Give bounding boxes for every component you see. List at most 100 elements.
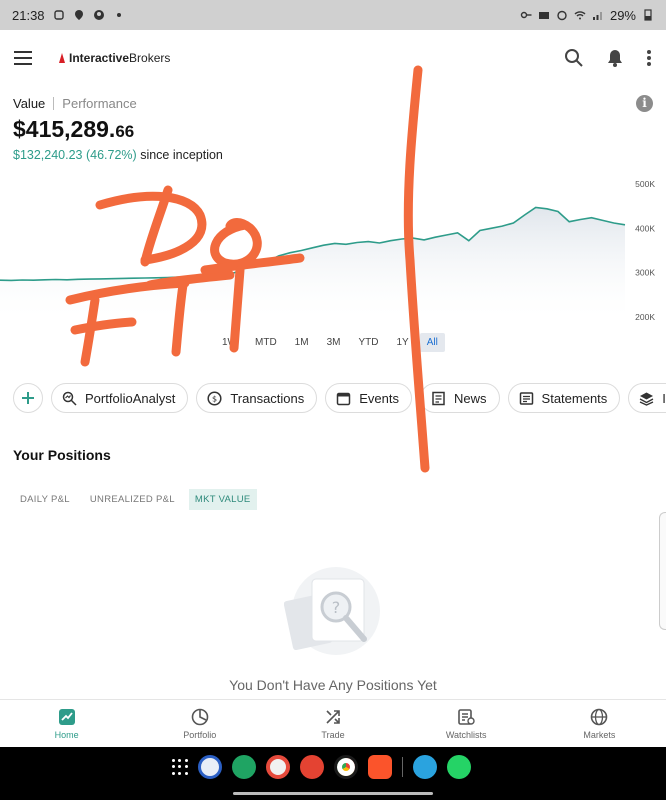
gain-since-inception: $132,240.23 (46.72%) since inception xyxy=(13,148,223,162)
notification-icon xyxy=(53,10,64,20)
nav-trade-label: Trade xyxy=(321,729,345,740)
calendar-icon xyxy=(336,391,359,406)
empty-positions-message: You Don't Have Any Positions Yet xyxy=(229,677,437,693)
app-icon-1[interactable] xyxy=(198,755,222,779)
chart-area-fill xyxy=(0,207,625,317)
chip-layers[interactable]: IBI xyxy=(628,383,666,413)
wifi-icon xyxy=(574,11,586,20)
telegram-app-icon[interactable] xyxy=(413,755,437,779)
portfolio-chart[interactable]: 500K 400K 300K 200K xyxy=(0,172,666,332)
edge-panel-handle[interactable] xyxy=(659,512,666,630)
folder-icon xyxy=(538,12,549,19)
brand-name-regular: Brokers xyxy=(129,51,171,65)
range-option[interactable]: 3M xyxy=(320,333,348,352)
gain-suffix: since inception xyxy=(136,148,223,162)
positions-tabs: DAILY P&L UNREALIZED P&L MKT VALUE xyxy=(14,489,257,510)
app-header: Interactive Brokers xyxy=(0,30,666,86)
app-dock xyxy=(172,755,471,779)
positions-tab[interactable]: DAILY P&L xyxy=(14,489,76,510)
todoist-app-icon[interactable] xyxy=(300,755,324,779)
signal-icon xyxy=(592,12,602,20)
brave-app-icon[interactable] xyxy=(368,755,392,779)
chip-statements[interactable]: Statements xyxy=(507,383,621,413)
range-option[interactable]: All xyxy=(419,333,445,352)
range-option[interactable]: 1M xyxy=(288,333,316,352)
nav-home[interactable]: Home xyxy=(0,700,133,747)
nav-watchlists-label: Watchlists xyxy=(445,729,487,740)
value-tabs: Value Performance xyxy=(13,96,137,111)
range-selector: 1W MTD 1M 3M YTD 1Y All xyxy=(215,333,449,352)
nav-home-label: Home xyxy=(54,729,79,740)
nav-portfolio-label: Portfolio xyxy=(183,729,217,740)
phone-app-icon[interactable] xyxy=(232,755,256,779)
tab-value[interactable]: Value xyxy=(13,96,45,111)
battery-icon xyxy=(644,9,652,21)
quick-actions: PortfolioAnalyst $ Transactions Events News S… xyxy=(13,383,666,413)
range-option[interactable]: MTD xyxy=(248,333,284,352)
positions-title: Your Positions xyxy=(13,447,111,463)
account-balance: $415,289.66 xyxy=(13,116,134,143)
dock-divider xyxy=(402,757,403,777)
chip-transactions[interactable]: $ Transactions xyxy=(196,383,318,413)
range-option[interactable]: YTD xyxy=(351,333,385,352)
svg-text:$: $ xyxy=(212,394,217,403)
chip-news[interactable]: News xyxy=(420,383,500,413)
status-time: 21:38 xyxy=(12,7,45,23)
system-navigation-bar xyxy=(0,747,666,800)
balance-cents: 66 xyxy=(115,122,135,141)
app-drawer-icon[interactable] xyxy=(172,759,188,775)
trade-icon xyxy=(326,709,340,724)
brand-mark-icon xyxy=(59,53,65,63)
home-chart-icon xyxy=(58,708,75,725)
menu-icon[interactable] xyxy=(14,51,32,65)
chip-calendar[interactable]: Events xyxy=(325,383,413,413)
brand-name-bold: Interactive xyxy=(69,51,130,65)
statements-icon xyxy=(519,391,542,406)
news-icon xyxy=(431,391,454,406)
add-chip-button[interactable] xyxy=(13,383,43,413)
nav-markets-label: Markets xyxy=(583,729,616,740)
range-option[interactable]: 1W xyxy=(215,333,244,352)
svg-text:?: ? xyxy=(332,598,341,617)
empty-search-illustration: ? xyxy=(284,567,380,655)
nav-trade[interactable]: Trade xyxy=(266,700,399,747)
positions-tab[interactable]: MKT VALUE xyxy=(188,489,257,510)
home-gesture-pill[interactable] xyxy=(233,792,433,795)
balance-main: $415,289. xyxy=(13,116,116,142)
bottom-navigation: Home Portfolio Trade Watchlists Markets xyxy=(0,699,666,747)
transactions-icon: $ xyxy=(207,390,230,406)
tab-performance[interactable]: Performance xyxy=(62,96,136,111)
chip-label: IBI xyxy=(662,390,666,406)
layers-icon xyxy=(639,391,662,406)
nav-markets[interactable]: Markets xyxy=(533,700,666,747)
gain-value: $132,240.23 (46.72%) xyxy=(13,148,137,162)
chip-label: PortfolioAnalyst xyxy=(85,390,176,406)
positions-tab[interactable]: UNREALIZED P&L xyxy=(84,489,181,510)
nav-watchlists[interactable]: Watchlists xyxy=(400,700,533,747)
location-icon xyxy=(74,10,83,20)
bell-icon[interactable] xyxy=(606,49,624,67)
y-tick-label: 300K xyxy=(635,268,655,278)
status-bar: 21:38 29% xyxy=(0,0,666,30)
search-icon[interactable] xyxy=(564,48,584,68)
battery-percent: 29% xyxy=(609,7,636,23)
y-tick-label: 500K xyxy=(635,179,655,189)
chrome-app-icon[interactable] xyxy=(334,755,358,779)
globe-icon xyxy=(591,708,608,725)
nav-portfolio[interactable]: Portfolio xyxy=(133,700,266,747)
maps-app-icon[interactable] xyxy=(266,755,290,779)
range-option[interactable]: 1Y xyxy=(389,333,415,352)
key-icon xyxy=(520,11,532,19)
y-tick-label: 200K xyxy=(635,312,655,322)
more-vert-icon[interactable] xyxy=(646,49,652,67)
brand-logo: Interactive Brokers xyxy=(58,51,170,65)
y-tick-label: 400K xyxy=(635,223,655,233)
watchlist-icon xyxy=(458,708,475,725)
whatsapp-app-icon[interactable] xyxy=(447,755,471,779)
chip-label: Transactions xyxy=(230,390,305,406)
dot-icon xyxy=(116,13,121,17)
info-icon[interactable]: i xyxy=(636,95,653,112)
analyst-icon xyxy=(62,391,85,406)
chip-label: News xyxy=(454,390,487,406)
chip-analyst[interactable]: PortfolioAnalyst xyxy=(51,383,189,413)
